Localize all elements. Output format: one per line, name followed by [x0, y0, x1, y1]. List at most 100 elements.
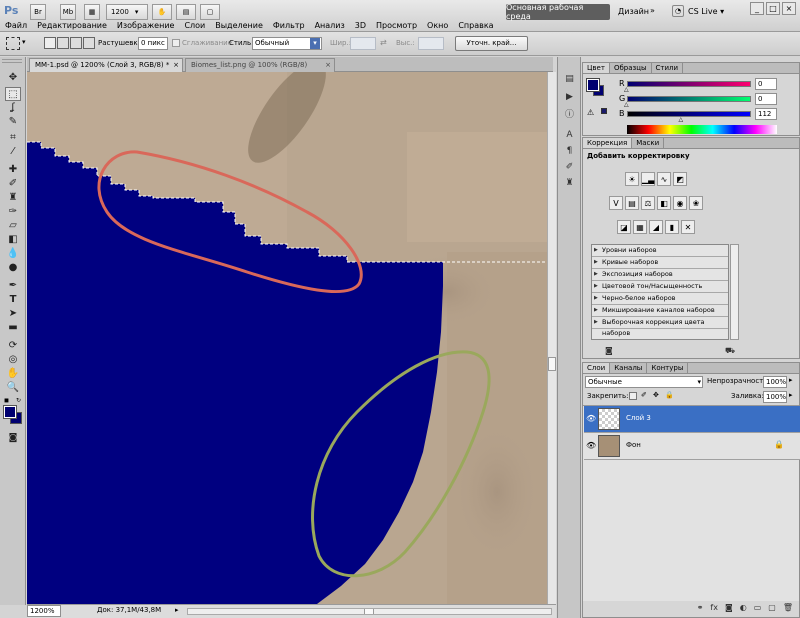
tab-masks[interactable]: Маски	[632, 138, 665, 148]
menu-edit[interactable]: Редактирование	[32, 20, 112, 32]
g-value-input[interactable]: 0	[755, 93, 777, 105]
layer-row-background[interactable]: 👁 Фон 🔒	[584, 433, 800, 460]
chevron-down-icon[interactable]: ▾	[22, 38, 26, 46]
height-input[interactable]	[418, 37, 444, 50]
g-slider[interactable]	[627, 96, 751, 102]
guides-icon[interactable]: ▦	[84, 4, 100, 20]
r-slider[interactable]	[627, 81, 751, 87]
refine-edge-button[interactable]: Уточн. край...	[455, 36, 528, 51]
foreground-color-swatch[interactable]	[3, 405, 17, 419]
layer-link-icon[interactable]: ◙	[605, 346, 613, 355]
menu-view[interactable]: Просмотр	[371, 20, 422, 32]
history-brush-tool-icon[interactable]: ✑	[5, 205, 21, 219]
tab-biomes-list[interactable]: Biomes_list.png @ 100% (RGB/8) ×	[185, 58, 335, 72]
menu-window[interactable]: Окно	[422, 20, 453, 32]
tab-mm-1[interactable]: MM-1.psd @ 1200% (Слой 3, RGB/8) * ×	[29, 58, 183, 72]
brush-panel-icon[interactable]: ✐	[562, 161, 577, 174]
scrollbar-thumb[interactable]	[364, 609, 374, 614]
swap-colors-icon[interactable]: ↻	[16, 397, 21, 404]
channel-mixer-icon[interactable]: ❀	[689, 196, 703, 210]
bridge-icon[interactable]: Br	[30, 4, 46, 20]
tab-color[interactable]: Цвет	[583, 63, 610, 73]
tab-paths[interactable]: Контуры	[647, 363, 689, 373]
menu-analysis[interactable]: Анализ	[310, 20, 350, 32]
visibility-eye-icon[interactable]: 👁	[586, 414, 596, 423]
clip-icon[interactable]: ⛟	[725, 346, 735, 356]
tab-close-icon[interactable]: ×	[173, 59, 179, 72]
gamut-swatch[interactable]	[601, 108, 607, 114]
zoom-level-input[interactable]: 1200%	[27, 605, 61, 617]
menu-file[interactable]: Файл	[0, 20, 32, 32]
tab-adjustments[interactable]: Коррекция	[583, 138, 633, 148]
menu-3d[interactable]: 3D	[350, 20, 371, 32]
preset-hue-saturation[interactable]: Цветовой тон/Насыщенность наборов	[592, 281, 728, 301]
cslive-status-icon[interactable]: ◔	[672, 5, 684, 17]
preset-channel-mixer[interactable]: Микширование каналов наборов	[592, 305, 728, 317]
arrange-documents-icon[interactable]: ▤	[176, 4, 196, 20]
feather-input[interactable]: 0 пикс	[138, 37, 168, 50]
layer-style-icon[interactable]: fx	[710, 603, 718, 617]
canvas-horizontal-scrollbar[interactable]	[187, 608, 552, 615]
rectangular-marquee-icon[interactable]	[6, 37, 20, 50]
document-canvas[interactable]	[27, 72, 547, 604]
close-button[interactable]: ×	[782, 2, 796, 15]
menu-help[interactable]: Справка	[453, 20, 498, 32]
selective-color-icon[interactable]: ✕	[681, 220, 695, 234]
preset-selective-color[interactable]: Выборочная коррекция цвета наборов	[592, 317, 728, 337]
quick-mask-icon[interactable]: ◙	[5, 431, 21, 445]
subtract-selection-icon[interactable]	[70, 37, 82, 49]
type-tool-icon[interactable]: T	[5, 293, 21, 307]
black-white-icon[interactable]: ◧	[657, 196, 671, 210]
layer-name[interactable]: Слой 3	[626, 414, 651, 422]
lock-all-icon[interactable]: 🔒	[665, 391, 674, 399]
screen-mode-icon[interactable]: ▢	[200, 4, 220, 20]
b-value-input[interactable]: 112	[755, 108, 777, 120]
preset-black-white[interactable]: Черно-белое наборов	[592, 293, 728, 305]
invert-icon[interactable]: ◪	[617, 220, 631, 234]
layer-name[interactable]: Фон	[626, 441, 641, 449]
visibility-eye-icon[interactable]: 👁	[586, 441, 596, 450]
new-layer-icon[interactable]: ▢	[768, 603, 776, 617]
threshold-icon[interactable]: ◢	[649, 220, 663, 234]
exposure-icon[interactable]: ◩	[673, 172, 687, 186]
3d-rotate-tool-icon[interactable]: ⟳	[5, 339, 21, 353]
adjustment-layer-icon[interactable]: ◐	[740, 603, 747, 617]
opacity-input[interactable]: 100%	[763, 376, 787, 388]
levels-icon[interactable]: ▁▃	[641, 172, 655, 186]
preset-curves[interactable]: Кривые наборов	[592, 257, 728, 269]
gradient-tool-icon[interactable]: ◧	[5, 233, 21, 247]
lasso-tool-icon[interactable]: ʆ	[5, 101, 21, 115]
hand-tool-icon[interactable]: ✋	[152, 4, 172, 20]
antialias-checkbox[interactable]	[172, 39, 180, 47]
brush-tool-icon[interactable]: ✐	[5, 177, 21, 191]
minimize-button[interactable]: _	[750, 2, 764, 15]
preset-exposure[interactable]: Экспозиция наборов	[592, 269, 728, 281]
character-panel-icon[interactable]: A	[562, 129, 577, 142]
tab-close-icon[interactable]: ×	[325, 59, 331, 72]
posterize-icon[interactable]: ▦	[633, 220, 647, 234]
r-slider-thumb[interactable]: △	[624, 86, 629, 93]
panel-grip[interactable]	[2, 59, 22, 63]
lock-transparency-icon[interactable]	[629, 392, 637, 400]
foreground-color-swatch[interactable]	[586, 78, 600, 92]
hue-saturation-icon[interactable]: ▤	[625, 196, 639, 210]
default-colors-icon[interactable]: ◼	[4, 397, 9, 404]
new-selection-icon[interactable]	[44, 37, 56, 49]
intersect-selection-icon[interactable]	[83, 37, 95, 49]
photo-filter-icon[interactable]: ◉	[673, 196, 687, 210]
clone-source-panel-icon[interactable]: ♜	[562, 177, 577, 190]
color-spectrum-bar[interactable]	[627, 125, 777, 134]
fill-input[interactable]: 100%	[763, 391, 787, 403]
opacity-slider-icon[interactable]: ▸	[789, 376, 793, 384]
presets-scrollbar[interactable]	[730, 244, 739, 340]
zoom-tool-icon[interactable]: 🔍	[5, 381, 21, 395]
vibrance-icon[interactable]: V	[609, 196, 623, 210]
crop-tool-icon[interactable]: ⌗	[5, 131, 21, 145]
3d-camera-tool-icon[interactable]: ◎	[5, 353, 21, 367]
shape-tool-icon[interactable]: ▬	[5, 321, 21, 335]
eraser-tool-icon[interactable]: ▱	[5, 219, 21, 233]
history-panel-icon[interactable]: ▤	[562, 73, 577, 86]
clone-stamp-tool-icon[interactable]: ♜	[5, 191, 21, 205]
link-layers-icon[interactable]: ⚭	[697, 603, 704, 617]
workspace-button[interactable]: Основная рабочая среда	[506, 3, 610, 21]
